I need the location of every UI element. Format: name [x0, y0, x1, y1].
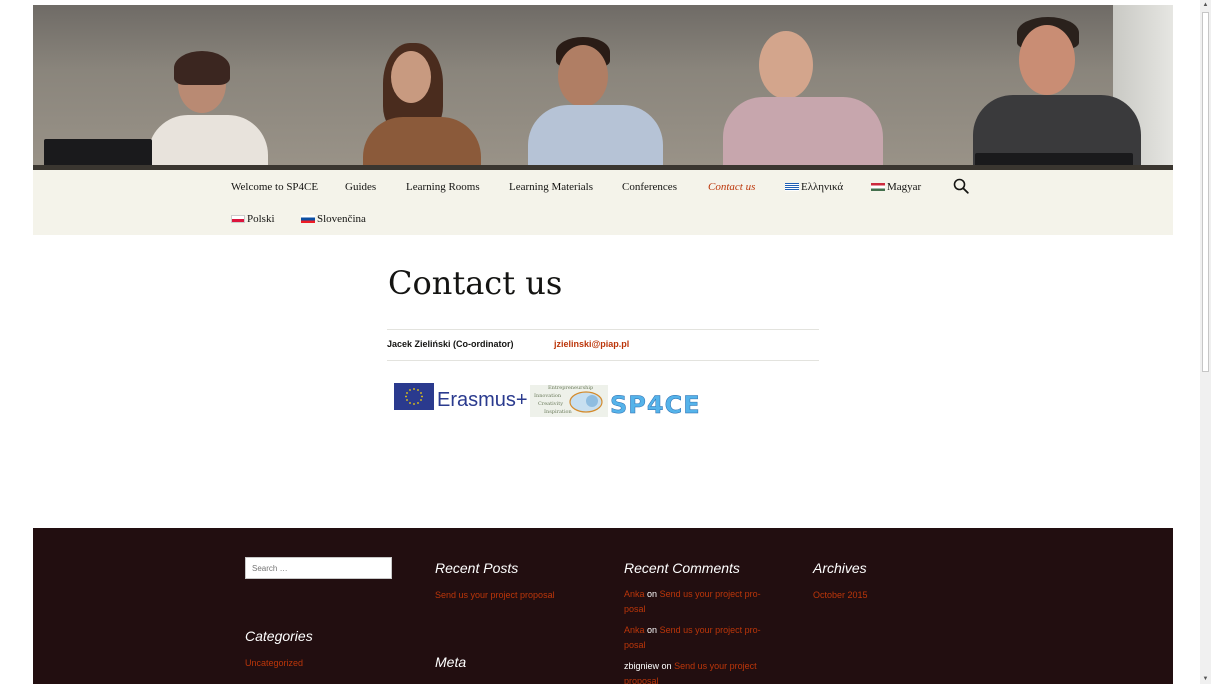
nav-item-conferences[interactable]: Conferences — [622, 181, 677, 193]
page-scrollbar[interactable]: ▲ ▼ — [1200, 0, 1211, 684]
partner-logos: Erasmus+ Entrepreneurship Innovation Cre… — [394, 383, 754, 419]
footer-search-input[interactable] — [245, 557, 392, 579]
header-image[interactable] — [33, 5, 1173, 170]
hungarian-flag-icon — [871, 183, 885, 191]
erasmus-logo-text: Erasmus+ — [437, 389, 528, 411]
contact-table: Jacek Zieliński (Co-ordinator) jzielinsk… — [387, 329, 819, 361]
header-person-3-body — [528, 105, 663, 170]
site-footer: Recent Posts Send us your project propos… — [33, 528, 1173, 684]
sp4ce-word-4: Inspiration — [544, 409, 572, 415]
greek-flag-icon — [785, 183, 799, 191]
comment-on-text: on — [647, 625, 658, 635]
main-navigation: Welcome to SP4CE Guides Learning Rooms L… — [33, 170, 1173, 235]
sp4ce-emblem: Entrepreneurship Innovation Creativity I… — [530, 385, 608, 417]
contact-email-link[interactable]: jzielinski@piap.pl — [554, 339, 629, 349]
comment-post-link-cont[interactable]: posal — [624, 640, 646, 650]
eu-flag-icon — [394, 383, 434, 410]
sp4ce-word-3: Creativity — [538, 401, 564, 407]
header-person-5-head — [1019, 25, 1075, 95]
categories-title: Categories — [245, 628, 313, 644]
sp4ce-word-1: Entrepreneurship — [548, 385, 594, 391]
archives-title: Archives — [813, 560, 867, 576]
recent-comment-item: Anka on Send us your project pro- posal — [624, 623, 761, 653]
page-title: Contact us — [388, 264, 563, 302]
comment-post-link-cont[interactable]: posal — [624, 604, 646, 614]
header-person-4-body — [723, 97, 883, 170]
recent-comment-item: zbigniew on Send us your project proposa… — [624, 659, 757, 684]
nav-item-lang-greek-label: Ελληνικά — [801, 181, 844, 193]
nav-item-welcome[interactable]: Welcome to SP4CE — [231, 181, 318, 193]
page: Welcome to SP4CE Guides Learning Rooms L… — [33, 5, 1173, 684]
scrollbar-thumb[interactable] — [1202, 12, 1209, 372]
nav-item-lang-slovak-label: Slovenčina — [317, 213, 366, 225]
header-person-2-body — [363, 117, 481, 170]
sp4ce-logo-text: SP4CE — [610, 391, 701, 420]
nav-item-lang-polish-label: Polski — [247, 213, 275, 225]
polish-flag-icon — [231, 215, 245, 223]
nav-item-learning-rooms[interactable]: Learning Rooms — [406, 181, 480, 193]
recent-posts-title: Recent Posts — [435, 560, 519, 576]
comment-author[interactable]: Anka — [624, 589, 645, 599]
nav-item-lang-hungarian-label: Magyar — [887, 181, 922, 193]
comment-post-link[interactable]: Send us your project — [674, 661, 757, 671]
header-person-4-head — [759, 31, 813, 99]
nav-item-lang-slovak[interactable]: Slovenčina — [301, 213, 366, 225]
sp4ce-word-2: Innovation — [534, 393, 562, 399]
header-person-1-body — [148, 115, 268, 170]
header-person-1-hair — [174, 51, 230, 85]
slovak-flag-icon — [301, 215, 315, 223]
contact-name: Jacek Zieliński (Co-ordinator) — [387, 339, 514, 349]
recent-comments-title: Recent Comments — [624, 560, 740, 576]
category-link[interactable]: Uncategorized — [245, 658, 303, 668]
comment-on-text: on — [661, 661, 672, 671]
comment-post-link[interactable]: Send us your project pro- — [660, 625, 761, 635]
nav-item-lang-greek[interactable]: Ελληνικά — [785, 181, 843, 193]
recent-comment-item: Anka on Send us your project pro- posal — [624, 587, 761, 617]
comment-author[interactable]: Anka — [624, 625, 645, 635]
recent-post-link[interactable]: Send us your project proposal — [435, 590, 555, 600]
comment-author: zbigniew — [624, 661, 660, 671]
nav-item-lang-hungarian[interactable]: Magyar — [871, 181, 921, 193]
scroll-up-arrow-icon[interactable]: ▲ — [1200, 0, 1211, 10]
comment-on-text: on — [647, 589, 658, 599]
archive-link[interactable]: October 2015 — [813, 590, 868, 600]
nav-item-lang-polish[interactable]: Polski — [231, 213, 275, 225]
meta-title: Meta — [435, 654, 467, 670]
nav-item-guides[interactable]: Guides — [345, 181, 376, 193]
header-person-3-head — [558, 45, 608, 107]
nav-item-contact-us[interactable]: Contact us — [708, 181, 755, 193]
nav-item-learning-materials[interactable]: Learning Materials — [509, 181, 593, 193]
scroll-down-arrow-icon[interactable]: ▼ — [1200, 674, 1211, 684]
comment-post-link-cont[interactable]: proposal — [624, 676, 659, 684]
comment-post-link[interactable]: Send us your project pro- — [660, 589, 761, 599]
search-icon[interactable] — [953, 178, 969, 194]
header-person-2-head — [391, 51, 431, 103]
